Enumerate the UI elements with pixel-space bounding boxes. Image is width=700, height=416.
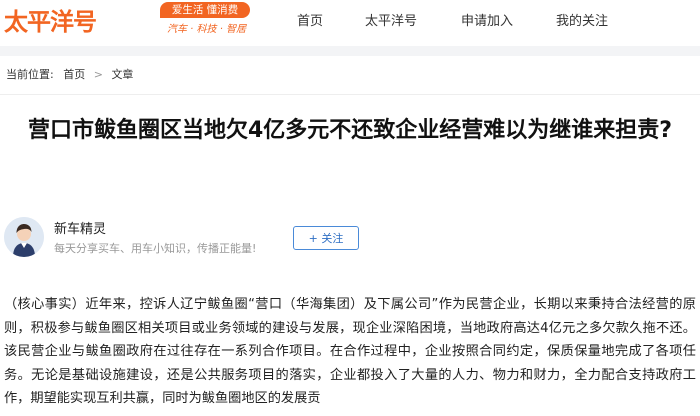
avatar-person-icon (4, 217, 44, 257)
breadcrumb: 当前位置: 首页 > 文章 (6, 66, 133, 82)
nav-item-pconline-hao[interactable]: 太平洋号 (365, 10, 417, 29)
article-title: 营口市鲅鱼圈区当地欠4亿多元不还致企业经营难以为继谁来担责? (27, 118, 673, 143)
breadcrumb-separator: > (93, 68, 103, 81)
nav-item-my-follow[interactable]: 我的关注 (556, 10, 608, 29)
logo-subtitle: 汽车 · 科技 · 智居 (167, 24, 247, 35)
header-divider (0, 46, 700, 56)
site-header: 太平洋号 爱生活 懂消费 汽车 · 科技 · 智居 首页 太平洋号 申请加入 我… (0, 0, 700, 37)
breadcrumb-label: 当前位置: (6, 68, 54, 81)
follow-button[interactable]: + 关注 (293, 226, 359, 250)
article-body: （核心事实）近年来，控诉人辽宁鲅鱼圈“营口（华海集团）及下属公司”作为民营企业，… (4, 297, 696, 407)
author-avatar[interactable] (4, 217, 44, 257)
nav-item-home[interactable]: 首页 (297, 10, 323, 29)
logo-text[interactable]: 太平洋号 (4, 2, 97, 37)
logo-badge: 爱生活 懂消费 (160, 2, 250, 18)
breadcrumb-home[interactable]: 首页 (63, 68, 85, 81)
author-name[interactable]: 新车精灵 (54, 218, 106, 237)
nav-item-apply[interactable]: 申请加入 (461, 10, 513, 29)
author-description: 每天分享买车、用车小知识，传播正能量! (54, 242, 257, 255)
breadcrumb-divider (0, 94, 700, 95)
breadcrumb-article[interactable]: 文章 (111, 68, 133, 81)
